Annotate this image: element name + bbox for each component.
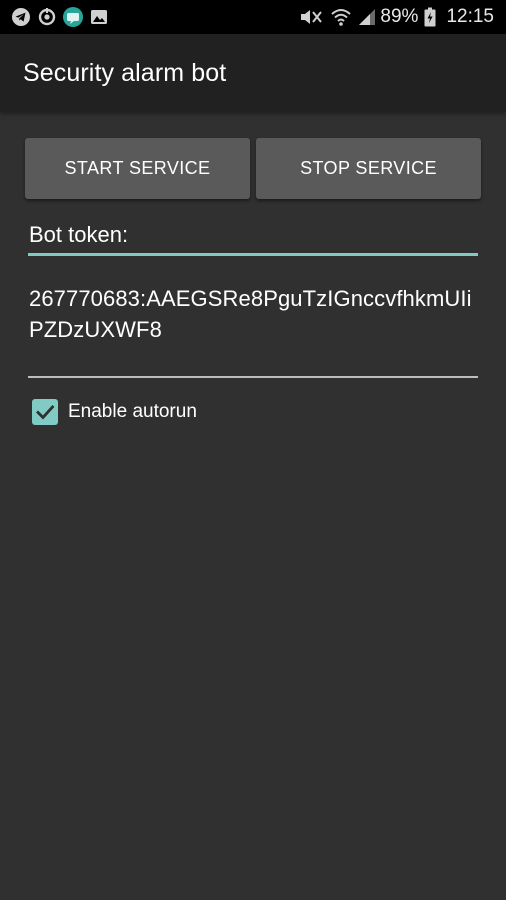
mute-icon (298, 6, 324, 28)
image-icon (88, 6, 110, 28)
clock: 12:15 (446, 6, 494, 27)
wifi-icon (330, 6, 352, 28)
battery-charging-icon (424, 6, 436, 28)
status-bar: 89% 12:15 (0, 0, 506, 34)
autorun-label: Enable autorun (68, 401, 197, 422)
stop-service-button[interactable]: STOP SERVICE (256, 138, 481, 199)
label-divider (28, 253, 478, 256)
sync-icon (36, 6, 58, 28)
signal-icon (358, 6, 376, 28)
status-bar-notifications (10, 6, 114, 28)
chat-bubble-icon (62, 6, 84, 28)
app-title: Security alarm bot (23, 58, 227, 87)
bot-token-input[interactable]: 267770683:AAEGSRe8PguTzIGnccvfhkmUIiPZDz… (29, 283, 479, 345)
telegram-icon (10, 6, 32, 28)
bot-token-label: Bot token: (29, 222, 129, 247)
autorun-checkbox[interactable] (32, 399, 58, 425)
input-underline (28, 376, 478, 378)
autorun-checkbox-row[interactable]: Enable autorun (32, 399, 197, 425)
start-service-button[interactable]: START SERVICE (25, 138, 250, 199)
app-bar: Security alarm bot (0, 34, 506, 112)
check-icon (36, 405, 55, 420)
battery-percent: 89% (380, 6, 419, 27)
status-bar-system: 89% 12:15 (292, 6, 494, 28)
